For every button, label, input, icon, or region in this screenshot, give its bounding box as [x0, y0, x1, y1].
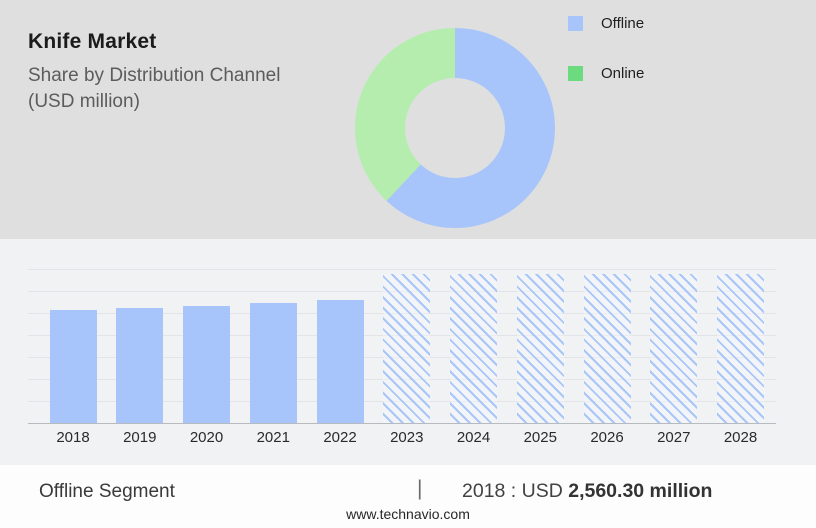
legend-label-online: Online	[601, 65, 645, 82]
offline-swatch-icon	[568, 16, 583, 31]
x-axis-line	[28, 423, 776, 424]
forecast-bar-2025	[516, 274, 564, 423]
forecast-bar-2024	[450, 274, 497, 423]
x-tick-2025: 2025	[523, 429, 557, 446]
gridline	[28, 269, 776, 270]
x-tick-2020: 2020	[189, 429, 224, 446]
bar-chart-section: 2018 2019 2020 2021 2022 2023 2024 2025 2026 2027…	[0, 239, 816, 465]
x-tick-2019: 2019	[123, 429, 157, 446]
legend-item-online: Online	[568, 65, 644, 82]
forecast-bar-2026	[583, 274, 631, 423]
stat-value: 2,560.30 million	[568, 480, 713, 502]
donut-chart	[355, 28, 555, 228]
stat-line: 2018 : USD 2,560.30 million	[462, 480, 712, 503]
subtitle-line-2: (USD million)	[28, 91, 140, 112]
header: Knife Market Share by Distribution Chann…	[28, 30, 338, 115]
x-tick-2021: 2021	[256, 429, 290, 446]
forecast-bar-2027	[650, 274, 698, 423]
stat-divider: |	[417, 477, 423, 500]
page-title: Knife Market	[28, 30, 157, 53]
stat-prefix: 2018 : USD	[462, 480, 563, 502]
subtitle-line-1: Share by Distribution Channel	[28, 65, 281, 86]
bar-2021	[249, 303, 297, 423]
forecast-bar-2028	[717, 274, 764, 423]
bar-2018	[49, 310, 97, 423]
bar-2020	[183, 306, 230, 423]
footer-section: Offline Segment | 2018 : USD 2,560.30 mi…	[0, 465, 816, 528]
x-tick-2024: 2024	[456, 429, 491, 446]
infographic-page: Knife Market Share by Distribution Chann…	[0, 0, 816, 528]
bar-2022	[316, 300, 364, 423]
online-swatch-icon	[568, 66, 583, 81]
x-tick-2027: 2027	[657, 429, 691, 446]
website-url: www.technavio.com	[346, 506, 470, 522]
x-axis-labels: 2018 2019 2020 2021 2022 2023 2024 2025 2026 2027…	[28, 429, 776, 449]
forecast-bar-2023	[383, 274, 431, 423]
legend-item-offline: Offline	[568, 15, 644, 32]
x-tick-2018: 2018	[56, 429, 90, 446]
bar-2019	[116, 308, 164, 423]
segment-label: Offline Segment	[39, 481, 175, 502]
donut-hole	[405, 78, 505, 178]
bar-chart-plot	[28, 269, 776, 424]
x-tick-2026: 2026	[590, 429, 624, 446]
x-tick-2028: 2028	[723, 429, 758, 446]
legend-label-offline: Offline	[601, 15, 645, 32]
x-tick-2022: 2022	[323, 429, 357, 446]
page-subtitle: Share by Distribution Channel (USD milli…	[28, 63, 338, 115]
x-tick-2023: 2023	[390, 429, 424, 446]
top-section: Knife Market Share by Distribution Chann…	[0, 0, 816, 239]
